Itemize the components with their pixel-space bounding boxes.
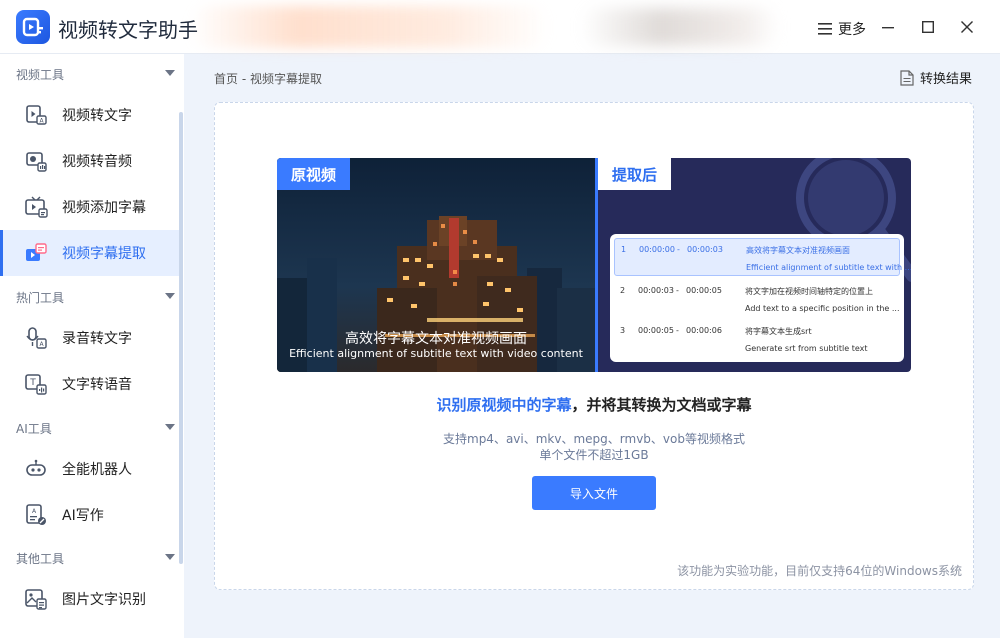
- minimize-icon: [882, 27, 894, 29]
- tv-subtitle-icon: [25, 196, 48, 218]
- row-end: 00:00:05: [686, 286, 722, 295]
- minimize-button[interactable]: [875, 14, 901, 40]
- section-ai-tools[interactable]: AI工具: [0, 410, 184, 446]
- extracted-tag: 提取后: [598, 158, 672, 190]
- subtitle-extract-icon: [26, 243, 47, 261]
- video-text-icon: A: [26, 105, 47, 125]
- subtitle-row: 2 00:00:03 - 00:00:05 将文字加在视频时间轴特定的位置上 A…: [614, 280, 900, 318]
- import-file-button[interactable]: 导入文件: [532, 476, 656, 510]
- conversion-results-button[interactable]: 转换结果: [900, 68, 972, 87]
- sidebar-item-ai-writing[interactable]: A AI写作: [0, 492, 180, 538]
- hamburger-icon: [818, 23, 832, 35]
- row-end: 00:00:06: [686, 326, 722, 335]
- chevron-down-icon: [165, 554, 175, 560]
- experimental-notice: 该功能为实验功能，目前仅支持64位的Windows系统: [677, 564, 962, 578]
- feature-preview: 原视频 高效将字幕文本对准视频画面 Efficient alignment of…: [277, 158, 911, 372]
- row-text-cn: 将文字加在视频时间轴特定的位置上: [745, 287, 873, 296]
- chevron-down-icon: [165, 70, 175, 76]
- row-dash: -: [676, 286, 679, 295]
- sidebar-item-label: 视频字幕提取: [62, 246, 146, 262]
- sidebar-item-label: AI写作: [62, 508, 104, 524]
- original-video-preview: 原视频 高效将字幕文本对准视频画面 Efficient alignment of…: [277, 158, 595, 372]
- extracted-preview: 提取后 1 00:00:00 - 00:00:03 高效将字幕文本对准视频画面 …: [595, 158, 911, 372]
- row-text-en: Add text to a specific position in the .…: [745, 304, 900, 313]
- video-audio-icon: [26, 152, 47, 172]
- close-icon: [961, 21, 973, 33]
- sidebar-item-robot[interactable]: 全能机器人: [0, 446, 180, 492]
- sidebar-item-video-to-audio[interactable]: 视频转音频: [0, 138, 180, 184]
- row-start: 00:00:05: [638, 326, 674, 335]
- title-bar: 视频转文字助手 更多: [0, 0, 1000, 54]
- row-dash: -: [677, 245, 680, 254]
- section-label: 其他工具: [16, 551, 65, 566]
- sidebar-item-label: 视频转音频: [62, 154, 132, 170]
- sidebar-item-recording-to-text[interactable]: A 录音转文字: [0, 315, 180, 361]
- chevron-down-icon: [165, 293, 175, 299]
- row-end: 00:00:03: [687, 245, 723, 254]
- sidebar: 视频工具 A 视频转文字 视频转音频 视频添加字幕 视频字幕提取 热门工具 A …: [0, 54, 184, 638]
- headline-highlight: 识别原视频中的字幕: [436, 396, 572, 414]
- sidebar-item-label: 录音转文字: [62, 331, 132, 347]
- section-label: AI工具: [16, 421, 52, 436]
- sidebar-item-label: 全能机器人: [62, 462, 132, 478]
- svg-text:A: A: [32, 508, 37, 515]
- app-title: 视频转文字助手: [58, 18, 198, 42]
- breadcrumb[interactable]: 首页 - 视频字幕提取: [214, 70, 322, 87]
- section-hot-tools[interactable]: 热门工具: [0, 279, 184, 315]
- more-label: 更多: [838, 22, 866, 38]
- sidebar-item-label: 视频转文字: [62, 108, 132, 124]
- sidebar-item-text-to-speech[interactable]: T 文字转语音: [0, 361, 180, 407]
- row-start: 00:00:00: [639, 245, 675, 254]
- sidebar-item-label: 图片文字识别: [62, 592, 146, 608]
- robot-icon: [26, 459, 46, 476]
- document-icon: [900, 69, 914, 86]
- section-video-tools[interactable]: 视频工具: [0, 56, 184, 92]
- conversion-results-label: 转换结果: [920, 72, 973, 87]
- title-banner-blur-2: [580, 8, 780, 46]
- svg-text:T: T: [29, 378, 36, 388]
- subtitle-list: 1 00:00:00 - 00:00:03 高效将字幕文本对准视频画面 Effi…: [610, 234, 911, 362]
- text-speech-icon: T: [25, 374, 47, 395]
- close-button[interactable]: [954, 14, 980, 40]
- subtitle-row: 3 00:00:05 - 00:00:06 将字幕文本生成srt Generat…: [614, 320, 900, 358]
- feature-headline: 识别原视频中的字幕，并将其转换为文档或字幕: [214, 394, 974, 415]
- headline-rest: ，并将其转换为文档或字幕: [571, 396, 752, 414]
- image-ocr-icon: [25, 589, 47, 610]
- section-label: 热门工具: [16, 290, 65, 305]
- file-size-limit: 单个文件不超过1GB: [539, 448, 649, 462]
- row-start: 00:00:03: [638, 286, 674, 295]
- row-index: 3: [620, 326, 626, 335]
- sidebar-scrollbar[interactable]: [179, 112, 183, 564]
- section-other-tools[interactable]: 其他工具: [0, 540, 184, 576]
- sidebar-item-image-ocr[interactable]: 图片文字识别: [0, 576, 180, 622]
- sidebar-item-label: 文字转语音: [62, 377, 132, 393]
- app-logo-icon: [16, 10, 50, 44]
- original-video-tag: 原视频: [277, 158, 351, 190]
- row-index: 2: [620, 286, 626, 295]
- sidebar-item-label: 视频添加字幕: [62, 200, 146, 216]
- row-text-cn: 高效将字幕文本对准视频画面: [746, 246, 850, 255]
- ai-write-icon: A: [26, 504, 46, 525]
- row-text-en: Generate srt from subtitle text: [745, 344, 868, 353]
- subtitle-row: 1 00:00:00 - 00:00:03 高效将字幕文本对准视频画面 Effi…: [614, 238, 911, 276]
- row-text-en: Efficient alignment of subtitle text wit…: [746, 263, 911, 272]
- maximize-icon: [922, 21, 934, 33]
- preview-subtitle-cn: 高效将字幕文本对准视频画面: [345, 331, 527, 347]
- row-dash: -: [676, 326, 679, 335]
- row-index: 1: [621, 245, 627, 254]
- section-label: 视频工具: [16, 67, 65, 82]
- sidebar-item-video-to-text[interactable]: A 视频转文字: [0, 92, 180, 138]
- mic-text-icon: A: [26, 327, 47, 349]
- preview-subtitle-en: Efficient alignment of subtitle text wit…: [289, 347, 583, 360]
- supported-formats: 支持mp4、avi、mkv、mepg、rmvb、vob等视频格式: [443, 432, 745, 446]
- more-menu-button[interactable]: 更多: [818, 18, 866, 40]
- row-text-cn: 将字幕文本生成srt: [745, 327, 812, 336]
- sidebar-item-add-subtitle[interactable]: 视频添加字幕: [0, 184, 180, 230]
- title-banner-blur: [190, 6, 550, 48]
- chevron-down-icon: [165, 424, 175, 430]
- sidebar-item-subtitle-extract[interactable]: 视频字幕提取: [0, 230, 180, 276]
- maximize-button[interactable]: [915, 14, 941, 40]
